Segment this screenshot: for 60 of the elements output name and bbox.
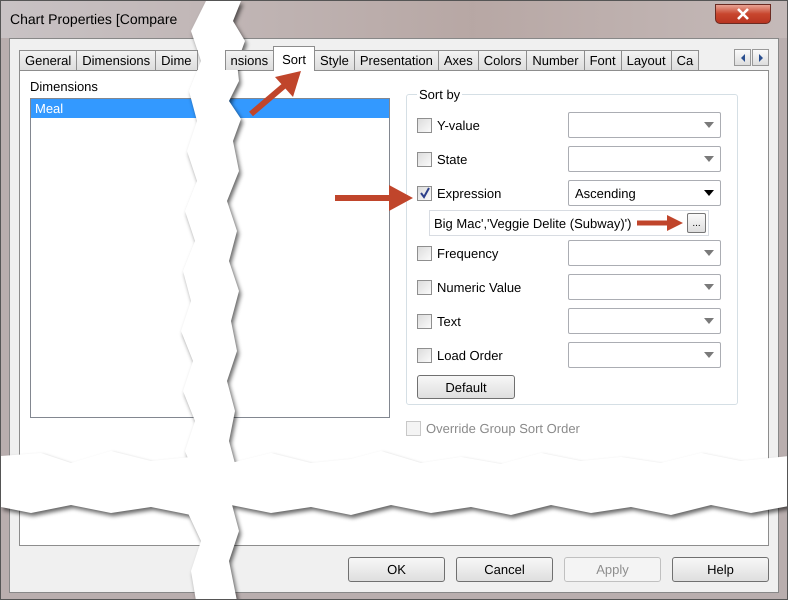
close-icon (736, 8, 750, 20)
tab[interactable]: Dimensions (76, 50, 156, 70)
annotation-arrow (637, 215, 683, 231)
close-button[interactable] (715, 4, 771, 24)
expression-edit-button[interactable]: ... (687, 213, 706, 233)
dropdown[interactable] (568, 274, 721, 300)
window-title: Chart Properties [Compare (10, 11, 178, 27)
checkbox[interactable] (417, 280, 432, 294)
default-button[interactable]: Default (417, 375, 515, 399)
checkbox-label: Frequency (437, 246, 498, 260)
group-title: Sort by (418, 87, 462, 102)
tab[interactable]: Ca (670, 50, 700, 70)
dialog-button[interactable]: Cancel (456, 557, 553, 582)
checkbox[interactable] (417, 348, 432, 362)
scroll-right-button[interactable] (752, 49, 769, 66)
checkbox-label: Expression (437, 186, 502, 200)
tab[interactable]: Colors (478, 50, 528, 70)
expression-field[interactable]: Big Mac','Veggie Delite (Subway)') ... (429, 210, 709, 236)
left-arrow-icon (740, 54, 746, 62)
dropdown[interactable] (568, 146, 721, 172)
caret-icon (704, 352, 714, 358)
checkbox-label: Text (437, 314, 461, 328)
tab[interactable]: Presentation (354, 50, 439, 70)
dialog-button[interactable]: Help (672, 557, 769, 582)
expression-text: Big Mac','Veggie Delite (Subway)') (434, 216, 632, 230)
caret-icon (704, 190, 714, 196)
checkbox[interactable] (417, 152, 432, 166)
dropdown[interactable]: Ascending (568, 180, 721, 206)
dimensions-label: Dimensions (30, 79, 99, 94)
tab[interactable]: nsions (224, 50, 274, 70)
dropdown[interactable] (568, 112, 721, 138)
caret-icon (704, 122, 714, 128)
tab[interactable]: Axes (438, 50, 479, 70)
caret-icon (704, 156, 714, 162)
caret-icon (704, 250, 714, 256)
dropdown[interactable] (568, 308, 721, 334)
tab[interactable]: Layout (620, 50, 672, 70)
caret-icon (704, 318, 714, 324)
tab[interactable]: Font (584, 50, 622, 70)
checkbox[interactable] (417, 314, 432, 328)
tab[interactable]: Style (314, 50, 355, 70)
checkbox[interactable] (417, 186, 432, 200)
annotation-arrow (249, 71, 301, 116)
right-arrow-icon (758, 54, 764, 62)
checkbox-label: Override Group Sort Order (426, 421, 580, 436)
checkbox-label: State (437, 152, 468, 166)
dropdown[interactable] (568, 240, 721, 266)
tab[interactable]: General (19, 50, 78, 70)
dropdown[interactable] (568, 342, 721, 368)
checkbox[interactable] (417, 246, 432, 260)
checkbox-label: Y-value (437, 118, 480, 132)
checkbox[interactable] (417, 118, 432, 132)
checkbox-label: Numeric Value (437, 280, 522, 294)
scroll-left-button[interactable] (734, 49, 751, 66)
tab[interactable]: Number (526, 50, 585, 70)
caret-icon (704, 284, 714, 290)
tab[interactable]: Dime (155, 50, 198, 70)
checkbox-label: Load Order (437, 348, 503, 362)
tab[interactable]: Sort (273, 46, 315, 71)
dialog-button[interactable]: OK (348, 557, 445, 582)
